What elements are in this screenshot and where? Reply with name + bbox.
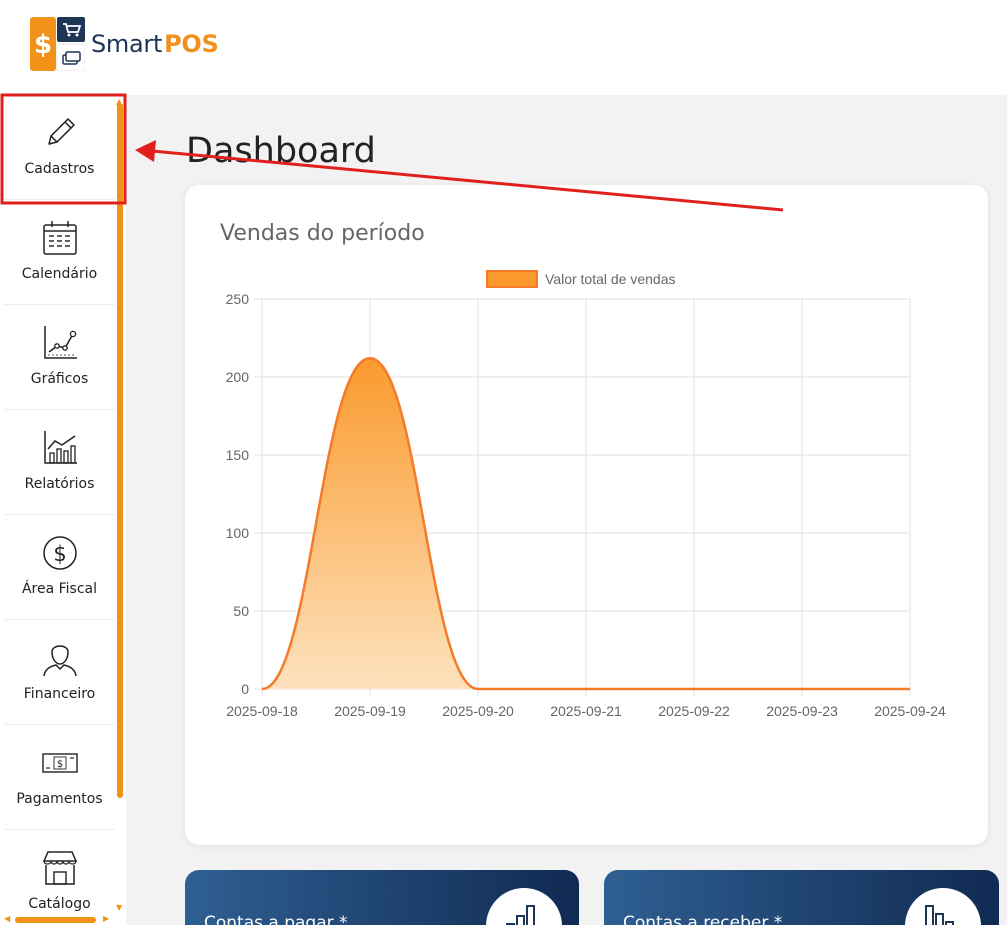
legend-label: Valor total de vendas xyxy=(545,271,676,287)
scroll-up-arrow-icon[interactable]: ▲ xyxy=(116,98,122,106)
banknote-icon: $ xyxy=(41,753,78,773)
sidebar-item-label: Calendário xyxy=(21,266,98,282)
x-tick-label: 2025-09-20 xyxy=(442,703,514,719)
legend-swatch xyxy=(486,270,538,288)
x-tick-label: 2025-09-24 xyxy=(874,703,946,719)
bar-chart-down-icon xyxy=(925,905,954,925)
page-title: Dashboard xyxy=(186,131,376,171)
y-tick-label: 250 xyxy=(226,291,250,307)
top-bar: $ SmartPOS xyxy=(0,0,1007,95)
y-tick-label: 100 xyxy=(226,525,250,541)
annotation-arrowhead xyxy=(135,140,156,162)
pencil-icon xyxy=(47,118,75,145)
svg-text:$: $ xyxy=(56,759,62,770)
accounts-payable-card[interactable]: Contas a pagar * xyxy=(185,870,579,925)
scroll-down-arrow-icon[interactable]: ▼ xyxy=(116,904,122,912)
y-tick-label: 0 xyxy=(241,681,249,697)
bar-chart-up-icon xyxy=(506,905,535,925)
line-chart-icon xyxy=(43,326,77,359)
brand-name: SmartPOS xyxy=(91,30,219,58)
kpi-icon-wrap xyxy=(486,888,562,925)
sidebar-item-calendario[interactable]: Calendário xyxy=(4,200,115,305)
sidebar-item-financeiro[interactable]: Financeiro xyxy=(4,620,115,725)
x-tick-label: 2025-09-21 xyxy=(550,703,622,719)
bar-chart-icon xyxy=(43,431,77,464)
brand-name-part2: POS xyxy=(164,30,219,58)
sidebar: Cadastros Calendário Gráficos Relatórios… xyxy=(0,95,126,925)
sales-area-chart: 0 50 100 150 200 250 2025-09-18 2025-09-19 2025-… xyxy=(226,270,946,719)
y-tick-label: 150 xyxy=(226,447,250,463)
sidebar-vertical-scrollbar[interactable] xyxy=(117,103,123,798)
sidebar-item-graficos[interactable]: Gráficos xyxy=(4,305,115,410)
x-tick-label: 2025-09-18 xyxy=(226,703,298,719)
brand-name-part1: Smart xyxy=(91,30,163,58)
sidebar-item-label: Cadastros xyxy=(24,161,95,177)
sidebar-horizontal-scrollbar[interactable] xyxy=(15,917,96,923)
sidebar-item-label: Área Fiscal xyxy=(21,581,98,597)
sidebar-item-relatorios[interactable]: Relatórios xyxy=(4,410,115,515)
scroll-left-arrow-icon[interactable]: ◀ xyxy=(4,915,10,923)
scroll-right-arrow-icon[interactable]: ▶ xyxy=(103,915,109,923)
sidebar-item-label: Relatórios xyxy=(24,476,95,492)
calendar-icon xyxy=(42,221,77,255)
x-tick-label: 2025-09-23 xyxy=(766,703,838,719)
sidebar-item-catalogo[interactable]: Catálogo xyxy=(4,830,115,925)
kpi-title: Contas a receber * xyxy=(623,913,783,925)
sidebar-item-area-fiscal[interactable]: $ Área Fiscal xyxy=(4,515,115,620)
x-tick-label: 2025-09-19 xyxy=(334,703,406,719)
sidebar-item-label: Catálogo xyxy=(28,896,91,912)
smartpos-logo-icon[interactable]: $ xyxy=(30,17,86,72)
svg-text:$: $ xyxy=(53,542,66,566)
dollar-circle-icon: $ xyxy=(42,536,77,570)
kpi-title: Contas a pagar * xyxy=(204,913,348,925)
y-tick-label: 200 xyxy=(226,369,250,385)
chart-title: Vendas do período xyxy=(220,221,425,246)
x-tick-label: 2025-09-22 xyxy=(658,703,730,719)
sidebar-item-pagamentos[interactable]: $ Pagamentos xyxy=(4,725,115,830)
accounts-receivable-card[interactable]: Contas a receber * xyxy=(604,870,999,925)
y-tick-label: 50 xyxy=(233,603,249,619)
kpi-icon-wrap xyxy=(905,888,981,925)
sidebar-item-cadastros[interactable]: Cadastros xyxy=(4,95,115,200)
sidebar-item-label: Financeiro xyxy=(23,686,96,702)
svg-text:$: $ xyxy=(34,30,52,60)
storefront-icon xyxy=(42,851,77,885)
person-icon xyxy=(42,645,77,677)
sidebar-item-label: Pagamentos xyxy=(16,791,103,807)
sidebar-item-label: Gráficos xyxy=(30,371,89,387)
